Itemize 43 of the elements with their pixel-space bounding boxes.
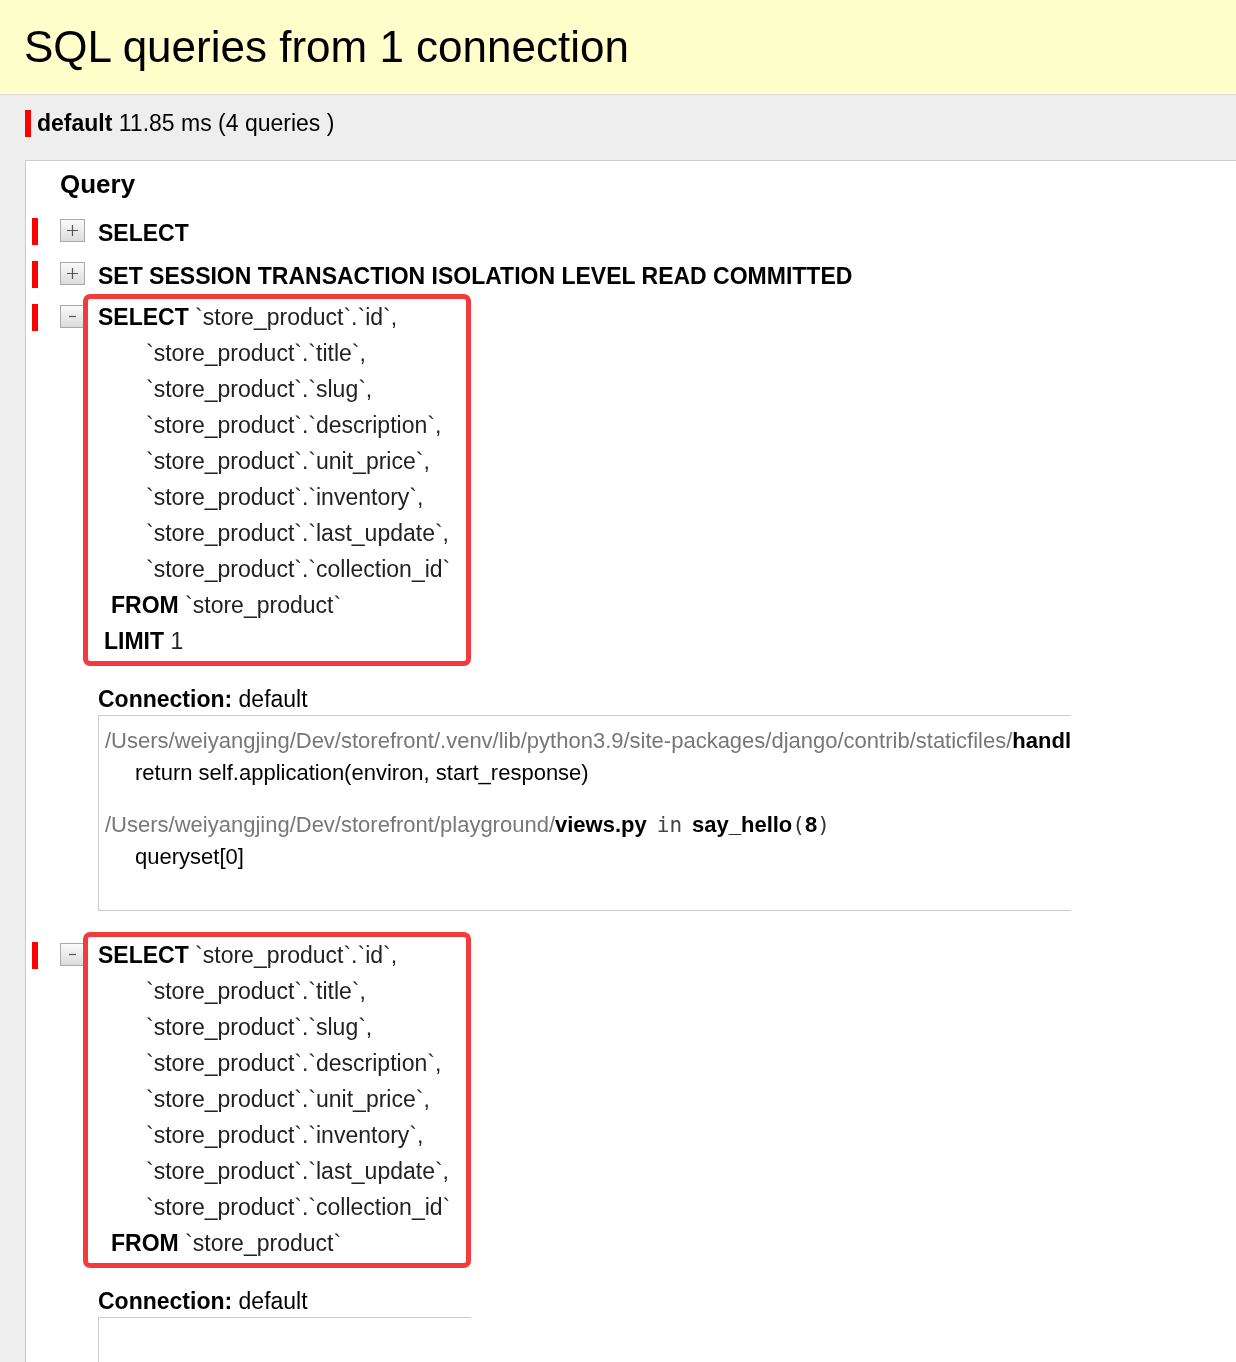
page-title: SQL queries from 1 connection [24,22,629,72]
sql-line: `store_product`.`title`, [145,977,367,1006]
timeline-bar [32,942,38,969]
toggle-button[interactable] [60,219,85,242]
connection-label: Connection: default [98,686,308,712]
connection-label: Connection: default [98,1288,308,1314]
sql-line: `store_product`.`last_update`, [145,1157,450,1186]
sql-line: `store_product`.`collection_id` [145,1193,451,1222]
sql-line: `store_product`.`slug`, [145,1013,374,1042]
file-path: /Users/weiyangjing/Dev/storefront/.venv/lib/python3.9/site-packages/django/contrib/staticfiles/handl [105,728,1072,754]
sql-line: `store_product`.`unit_price`, [145,447,431,476]
sql-line: `store_product`.`description`, [145,411,443,440]
sql-line: `store_product`.`inventory`, [145,483,425,512]
code-line: return self.application(environ, start_response) [135,760,590,786]
sql-line: SELECT [98,219,189,248]
status-bar-mark [25,109,31,137]
timeline-bar [32,261,38,288]
sql-line: `store_product`.`inventory`, [145,1121,425,1150]
plus-icon [66,224,79,237]
sql-line: `store_product`.`slug`, [145,375,374,404]
sql-line: LIMIT 1 [103,627,185,656]
sql-line: FROM `store_product` [110,1229,343,1258]
in-keyword: in [656,813,683,837]
timeline-bar [32,218,38,245]
timeline-bar [32,304,38,331]
sql-line: SELECT `store_product`.`id`, [98,303,399,332]
sql-line: FROM `store_product` [110,591,343,620]
toggle-button[interactable] [60,262,85,285]
sql-line: `store_product`.`description`, [145,1049,443,1078]
code-line: queryset[0] [135,844,245,870]
sql-line: `store_product`.`unit_price`, [145,1085,431,1114]
sql-line: `store_product`.`title`, [145,339,367,368]
toggle-button[interactable] [60,305,85,328]
sql-line: `store_product`.`collection_id` [145,555,451,584]
connection-summary: default 11.85 ms (4 queries ) [37,109,335,137]
sql-line: SET SESSION TRANSACTION ISOLATION LEVEL READ COMMITTED [98,262,853,291]
file-path: /Users/weiyangjing/Dev/storefront/playground/views.py [105,812,647,838]
plus-icon [66,267,79,280]
column-heading: Query [60,169,137,201]
function-call: say_hello(8) [692,812,830,838]
sql-line: `store_product`.`last_update`, [145,519,450,548]
sql-line: SELECT `store_product`.`id`, [98,941,399,970]
toggle-button[interactable] [60,943,85,966]
